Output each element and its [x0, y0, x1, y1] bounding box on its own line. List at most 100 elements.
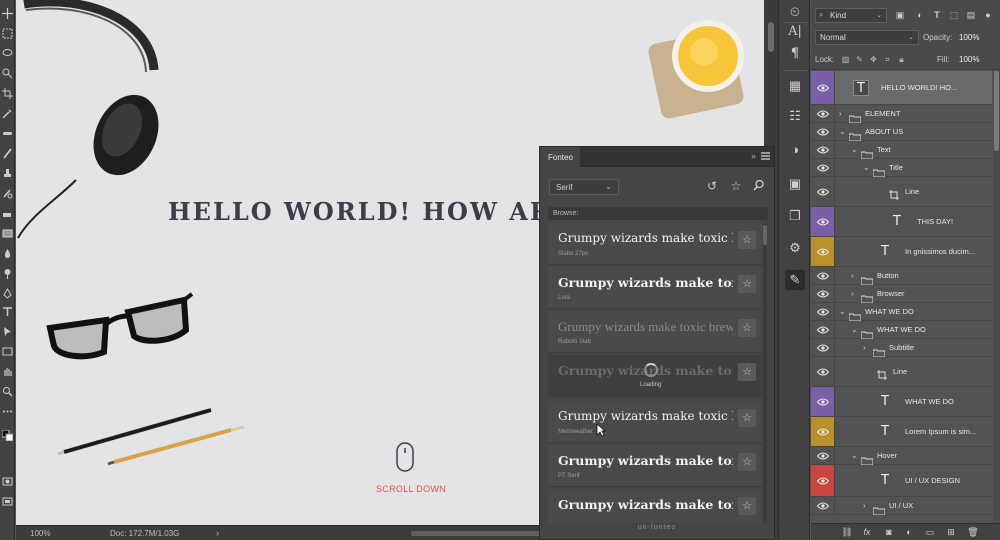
type-filter-icon[interactable]: T: [932, 10, 942, 20]
font-list-item[interactable]: Grumpy wizards make toxic brewLoading☆: [548, 355, 762, 397]
path-selection-tool-icon[interactable]: [2, 326, 13, 337]
visibility-eye-icon[interactable]: [811, 339, 835, 356]
chevron-right-icon[interactable]: ›: [851, 289, 854, 298]
blend-mode-select[interactable]: Normal ⌄: [815, 30, 919, 45]
new-group-icon[interactable]: ▭: [924, 526, 936, 538]
visibility-eye-icon[interactable]: [811, 447, 835, 464]
fill-field[interactable]: 100%: [959, 55, 979, 64]
font-list-item[interactable]: Grumpy wizards make toxic brew Lora ☆: [548, 267, 762, 309]
hand-tool-icon[interactable]: [2, 366, 13, 377]
chevron-down-icon[interactable]: ⌄: [863, 163, 870, 172]
font-list-item[interactable]: Grumpy wizards make toxic brew Merriweath…: [548, 401, 762, 443]
chevron-down-icon[interactable]: ⌄: [839, 127, 846, 136]
swatches-panel-icon[interactable]: ▦: [785, 76, 805, 96]
visibility-eye-icon[interactable]: [811, 285, 835, 302]
layer-row[interactable]: T WHAT WE DO: [811, 387, 992, 417]
zoom-level[interactable]: 100%: [30, 529, 50, 538]
visibility-eye-icon[interactable]: [811, 237, 835, 266]
favorite-star-icon[interactable]: ☆: [738, 319, 756, 337]
crop-tool-icon[interactable]: [2, 88, 13, 99]
favorite-star-icon[interactable]: ☆: [738, 409, 756, 427]
lock-image-icon[interactable]: ✎: [855, 55, 864, 64]
visibility-eye-icon[interactable]: [811, 417, 835, 446]
properties-panel-icon[interactable]: ⚙: [785, 238, 805, 258]
layers-scroll-thumb[interactable]: [994, 71, 999, 151]
opacity-field[interactable]: 100%: [959, 33, 979, 42]
chevron-down-icon[interactable]: ⌄: [839, 307, 846, 316]
layers-scrollbar[interactable]: [993, 71, 1000, 523]
rectangle-tool-icon[interactable]: [2, 346, 13, 357]
favorite-star-icon[interactable]: ☆: [738, 497, 756, 515]
favorite-star-icon[interactable]: ☆: [738, 231, 756, 249]
font-list-item[interactable]: Grumpy wizards make toxic brew PT Serif ☆: [548, 445, 762, 487]
font-category-select[interactable]: Serif ⌄: [549, 179, 619, 195]
healing-brush-tool-icon[interactable]: [2, 128, 13, 139]
link-layers-icon[interactable]: ⛓: [841, 526, 853, 538]
font-list-scrollbar[interactable]: [763, 223, 767, 523]
layer-row[interactable]: › UI / UX: [811, 497, 992, 515]
layer-row[interactable]: T THIS DAY!: [811, 207, 992, 237]
layer-row[interactable]: T In gnissimos ducim...: [811, 237, 992, 267]
zoom-tool-icon[interactable]: [2, 386, 13, 397]
lock-transparent-icon[interactable]: ▨: [841, 55, 850, 64]
paragraph-panel-icon[interactable]: ¶: [785, 44, 805, 64]
shape-filter-icon[interactable]: ⬚: [949, 10, 959, 20]
font-list-scroll-thumb[interactable]: [763, 225, 767, 245]
visibility-eye-icon[interactable]: [811, 123, 835, 140]
lasso-tool-icon[interactable]: [2, 48, 13, 59]
search-icon[interactable]: [752, 179, 766, 193]
visibility-eye-icon[interactable]: [811, 105, 835, 122]
chevron-right-icon[interactable]: ›: [863, 343, 866, 352]
adjustment-layer-icon[interactable]: ◐: [903, 526, 915, 538]
layer-row[interactable]: Line: [811, 177, 992, 207]
styles-panel-icon[interactable]: ▣: [785, 174, 805, 194]
font-list-item[interactable]: Grumpy wizards make toxic brew Roboto Sla…: [548, 311, 762, 353]
layer-mask-icon[interactable]: ◙: [883, 526, 895, 538]
collapse-icon[interactable]: »: [751, 151, 756, 161]
chevron-down-icon[interactable]: ⌄: [851, 145, 858, 154]
visibility-eye-icon[interactable]: [811, 141, 835, 158]
layer-row[interactable]: ⌄ ABOUT US: [811, 123, 992, 141]
gradient-tool-icon[interactable]: [2, 228, 13, 239]
layer-row[interactable]: ⌄ Text: [811, 141, 992, 159]
panel-menu-icon[interactable]: [761, 152, 770, 160]
layer-comps-panel-icon[interactable]: ❐: [785, 206, 805, 226]
visibility-eye-icon[interactable]: [811, 177, 835, 206]
status-menu-arrow-icon[interactable]: ›: [216, 528, 219, 538]
chevron-down-icon[interactable]: ⌄: [851, 451, 858, 460]
foreground-background-color-icon[interactable]: [2, 430, 13, 441]
chevron-right-icon[interactable]: ›: [839, 109, 842, 118]
layer-row[interactable]: T HELLO WORLD! HO...: [811, 71, 992, 105]
new-layer-icon[interactable]: ⊞: [945, 526, 957, 538]
type-tool-icon[interactable]: [2, 306, 13, 317]
lock-position-icon[interactable]: ✥: [869, 55, 878, 64]
lock-artboard-icon[interactable]: ⌗: [883, 55, 892, 64]
fonteo-tab[interactable]: Fonteo: [540, 147, 580, 167]
visibility-eye-icon[interactable]: [811, 267, 835, 284]
layer-filter-select[interactable]: ⌕ Kind ⌄: [815, 8, 887, 23]
chevron-down-icon[interactable]: ⌄: [851, 325, 858, 334]
layer-row[interactable]: ⌄ Hover: [811, 447, 992, 465]
visibility-eye-icon[interactable]: [811, 321, 835, 338]
marquee-tool-icon[interactable]: [2, 28, 13, 39]
favorite-star-icon[interactable]: ☆: [738, 275, 756, 293]
libraries-panel-icon[interactable]: ☷: [785, 106, 805, 126]
layer-row[interactable]: ⌄ WHAT WE DO: [811, 321, 992, 339]
layer-style-icon[interactable]: fx: [861, 526, 873, 538]
history-brush-tool-icon[interactable]: [2, 188, 13, 199]
smart-object-filter-icon[interactable]: ▤: [966, 10, 976, 20]
visibility-eye-icon[interactable]: [811, 387, 835, 416]
headline-text[interactable]: HELLO WORLD! HOW AR: [168, 197, 552, 226]
eraser-tool-icon[interactable]: [2, 208, 13, 219]
blur-tool-icon[interactable]: [2, 248, 13, 259]
lock-all-icon[interactable]: 🔒︎: [897, 55, 906, 64]
favorite-star-icon[interactable]: ☆: [738, 453, 756, 471]
screen-mode-icon[interactable]: [2, 496, 13, 507]
font-list-item[interactable]: Grumpy wizards make toxic brew ☆: [548, 489, 762, 523]
adjustments-panel-icon[interactable]: ◑: [785, 140, 805, 160]
chevron-right-icon[interactable]: ›: [863, 501, 866, 510]
visibility-eye-icon[interactable]: [811, 303, 835, 320]
move-tool-icon[interactable]: [2, 8, 13, 19]
canvas-scroll-thumb[interactable]: [768, 22, 774, 52]
history-panel-icon[interactable]: ⏲: [785, 2, 805, 22]
